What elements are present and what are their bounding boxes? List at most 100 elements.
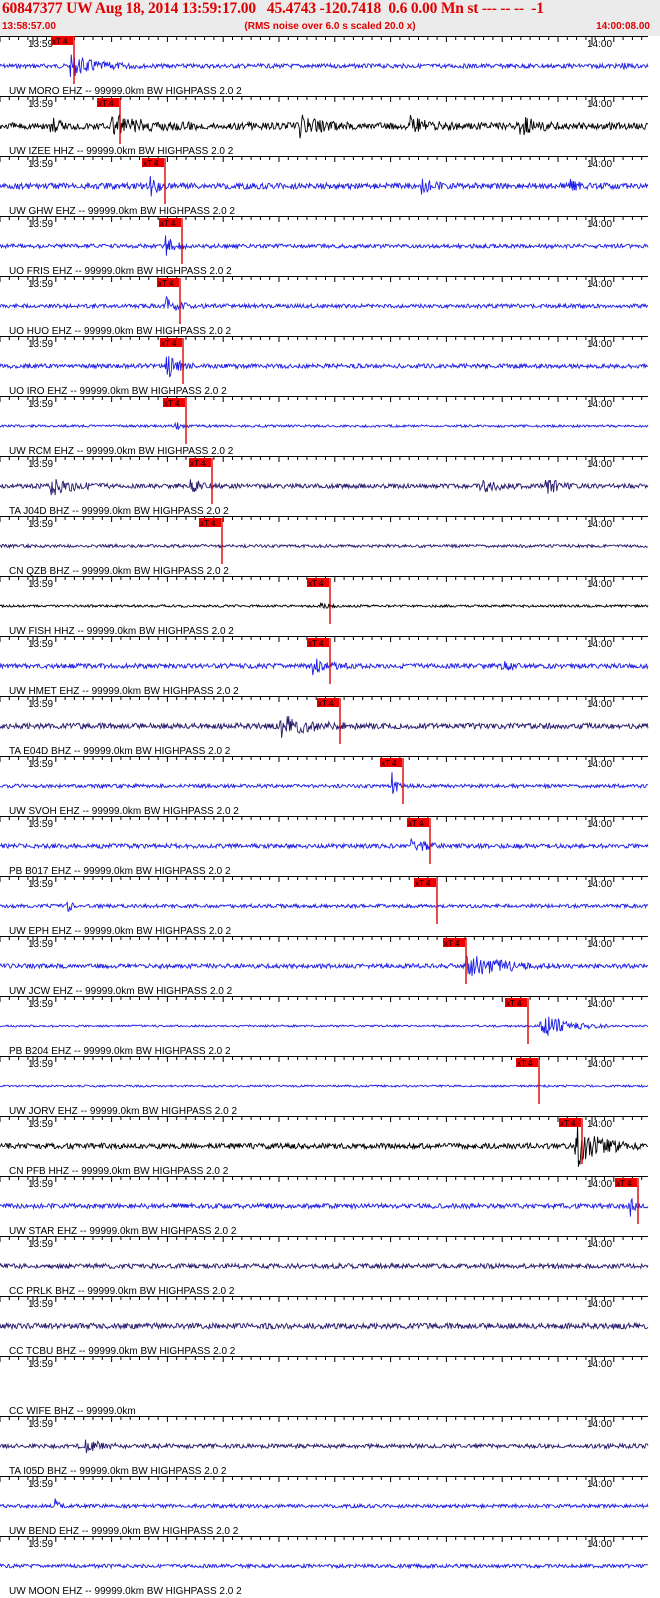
tick-label-1400: 14:00 [587, 1119, 612, 1130]
seismogram-waveform [0, 602, 649, 610]
station-label: UW MOON EHZ -- 99999.0km BW HIGHPASS 2.0… [9, 1586, 242, 1597]
tick-label-1400: 14:00 [587, 39, 612, 50]
trace-row: 13:59 14:00 UW JCW EHZ -- 99999.0km BW HIG… [0, 936, 649, 997]
tick-label-1359: 13:59 [28, 159, 53, 170]
tick-label-1359: 13:59 [28, 939, 53, 950]
trace-row: 13:59 14:00 UW STAR EHZ -- 99999.0km BW HI… [0, 1176, 649, 1237]
phase-pick-label: xT 4 [190, 459, 206, 468]
phase-pick-label: xT 4 [444, 939, 460, 948]
phase-pick-label: xT 4 [161, 339, 177, 348]
trace-row: 13:59 14:00 TA J04D BHZ -- 99999.0km BW HI… [0, 456, 649, 517]
phase-pick-label: xT 4 [517, 1059, 533, 1068]
station-label: UO IRO EHZ -- 99999.0km BW HIGHPASS 2.0 … [9, 386, 227, 397]
tick-label-1359: 13:59 [28, 759, 53, 770]
tick-label-1400: 14:00 [587, 759, 612, 770]
seismogram-waveform [0, 658, 649, 676]
tick-label-1359: 13:59 [28, 279, 53, 290]
phase-pick-label: xT 4 [200, 519, 216, 528]
tick-label-1359: 13:59 [28, 339, 53, 350]
trace-row: 13:59 14:00 UO IRO EHZ -- 99999.0km BW HIG… [0, 336, 649, 397]
seismogram-waveform [0, 421, 649, 431]
station-label: UW SVOH EHZ -- 99999.0km BW HIGHPASS 2.0… [9, 806, 239, 817]
tick-label-1400: 14:00 [587, 879, 612, 890]
seismogram-waveform [0, 1261, 649, 1271]
seismogram-waveform [0, 1498, 649, 1510]
phase-pick-label: xT 4 [408, 819, 424, 828]
station-label: UW MORO EHZ -- 99999.0km BW HIGHPASS 2.0… [9, 86, 242, 97]
phase-pick-label: xT 4 [381, 759, 397, 768]
phase-pick-label: xT 4 [506, 999, 522, 1008]
tick-label-1359: 13:59 [28, 1479, 53, 1490]
seismogram-waveform [0, 1197, 649, 1217]
seismogram-waveform [0, 955, 649, 977]
seismogram-panel: 13:59 14:00 UW MORO EHZ -- 99999.0km BW HI… [0, 36, 649, 1597]
tick-label-1400: 14:00 [587, 639, 612, 650]
tick-label-1359: 13:59 [28, 1239, 53, 1250]
tick-label-1400: 14:00 [587, 1059, 612, 1070]
phase-pick-label: xT 4 [98, 99, 114, 108]
seismogram-waveform [0, 716, 649, 738]
station-label: CC TCBU BHZ -- 99999.0km BW HIGHPASS 2.0… [9, 1346, 236, 1357]
tick-label-1400: 14:00 [587, 1359, 612, 1370]
phase-pick-label: xT 4 [318, 699, 334, 708]
tick-label-1400: 14:00 [587, 579, 612, 590]
seismogram-waveform [0, 1321, 649, 1331]
tick-label-1359: 13:59 [28, 819, 53, 830]
trace-row: 13:59 14:00 UW MOON EHZ -- 99999.0km BW HI… [0, 1536, 649, 1597]
seismogram-waveform [0, 1124, 649, 1167]
tick-label-1359: 13:59 [28, 579, 53, 590]
station-label: CC WIFE BHZ -- 99999.0km [9, 1406, 136, 1417]
trace-row: 13:59 14:00 UW EPH EHZ -- 99999.0km BW HIG… [0, 876, 649, 937]
trace-row: 13:59 14:00 CN PFB HHZ -- 99999.0km BW HIG… [0, 1116, 649, 1177]
phase-pick-label: xT 4 [164, 399, 180, 408]
phase-pick-label: xT 4 [308, 579, 324, 588]
trace-row: 13:59 14:00 UW BEND EHZ -- 99999.0km BW HI… [0, 1476, 649, 1537]
station-label: TA I05D BHZ -- 99999.0km BW HIGHPASS 2.0… [9, 1466, 227, 1477]
tick-label-1400: 14:00 [587, 1539, 612, 1550]
tick-label-1359: 13:59 [28, 1179, 53, 1190]
tick-label-1359: 13:59 [28, 1539, 53, 1550]
trace-row: 13:59 14:00 UO FRIS EHZ -- 99999.0km BW HI… [0, 216, 649, 277]
tick-label-1400: 14:00 [587, 519, 612, 530]
phase-pick-label: xT 4 [160, 219, 176, 228]
tick-label-1400: 14:00 [587, 159, 612, 170]
station-label: UW BEND EHZ -- 99999.0km BW HIGHPASS 2.0… [9, 1526, 239, 1537]
tick-label-1400: 14:00 [587, 219, 612, 230]
tick-label-1400: 14:00 [587, 1479, 612, 1490]
phase-pick-label: xT 4 [52, 37, 68, 46]
tick-label-1400: 14:00 [587, 339, 612, 350]
seismogram-waveform [0, 1016, 649, 1036]
tick-label-1359: 13:59 [28, 999, 53, 1010]
trace-row: 13:59 14:00 CC TCBU BHZ -- 99999.0km BW HI… [0, 1296, 649, 1357]
tick-label-1359: 13:59 [28, 459, 53, 470]
tick-label-1359: 13:59 [28, 39, 53, 50]
station-label: UW JCW EHZ -- 99999.0km BW HIGHPASS 2.0 … [9, 986, 233, 997]
phase-pick-label: xT 4 [616, 1179, 632, 1188]
tick-label-1400: 14:00 [587, 999, 612, 1010]
tick-label-1400: 14:00 [587, 279, 612, 290]
seismogram-waveform [0, 54, 649, 78]
station-label: UO HUO EHZ -- 99999.0km BW HIGHPASS 2.0 … [9, 326, 232, 337]
trace-row: 13:59 14:00 UW GHW EHZ -- 99999.0km BW HIG… [0, 156, 649, 217]
seismogram-waveform [0, 1562, 649, 1570]
station-label: CN PFB HHZ -- 99999.0km BW HIGHPASS 2.0 … [9, 1166, 229, 1177]
tick-label-1359: 13:59 [28, 879, 53, 890]
seismogram-waveform [0, 1083, 649, 1088]
tick-label-1359: 13:59 [28, 1059, 53, 1070]
tick-label-1400: 14:00 [587, 699, 612, 710]
tick-label-1400: 14:00 [587, 1419, 612, 1430]
trace-row: 13:59 14:00 CC PRLK BHZ -- 99999.0km BW HI… [0, 1236, 649, 1297]
trace-row: 13:59 14:00 CN QZB BHZ -- 99999.0km BW HIG… [0, 516, 649, 577]
seismogram-waveform [0, 838, 649, 851]
tick-label-1359: 13:59 [28, 99, 53, 110]
seismogram-waveform [0, 113, 649, 139]
station-label: UW IZEE HHZ -- 99999.0km BW HIGHPASS 2.0… [9, 146, 234, 157]
seismogram-waveform [0, 175, 649, 197]
trace-row: 13:59 14:00 TA E04D BHZ -- 99999.0km BW HI… [0, 696, 649, 757]
phase-pick-label: xT 4 [308, 639, 324, 648]
station-label: PB B017 EHZ -- 99999.0km BW HIGHPASS 2.0… [9, 866, 231, 877]
seismogram-waveform [0, 1439, 649, 1454]
phase-pick-label: xT 4 [158, 279, 174, 288]
phase-pick-label: xT 4 [143, 159, 159, 168]
tick-label-1400: 14:00 [587, 939, 612, 950]
